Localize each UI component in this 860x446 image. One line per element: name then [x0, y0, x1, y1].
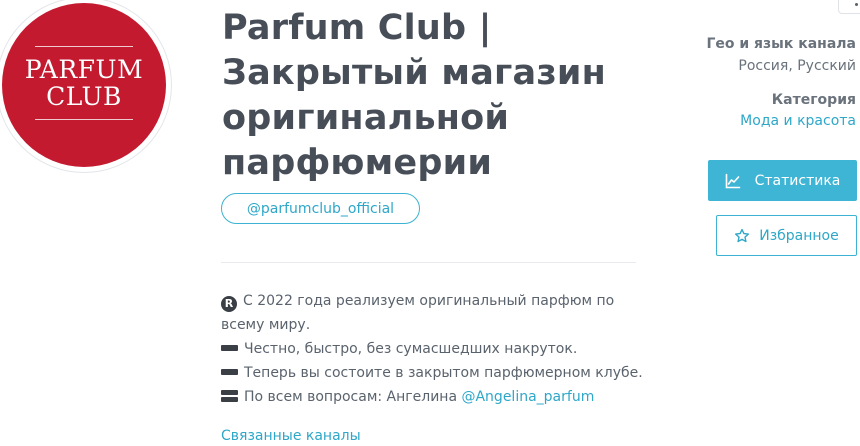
category-label: Категория — [771, 92, 856, 108]
related-channels-link[interactable]: Связанные каналы — [221, 428, 361, 444]
channel-avatar: PARFUM CLUB — [0, 0, 172, 173]
channel-page: PARFUM CLUB Parfum Club | Закрытый магаз… — [0, 0, 860, 446]
double-bar-icon — [221, 390, 238, 402]
geo-value: Россия, Русский — [738, 58, 856, 74]
divider — [221, 262, 636, 263]
description-text-2: Честно, быстро, без сумасшедших накруток… — [244, 341, 578, 357]
description-text-4: По всем вопросам: Ангелина — [244, 389, 462, 405]
registered-icon: R — [221, 296, 237, 312]
channel-title: Parfum Club | Закрытый магазин оригиналь… — [222, 8, 606, 183]
logo-rule-top — [34, 46, 133, 47]
star-outline-icon — [734, 228, 750, 244]
geo-label: Гео и язык канала — [706, 36, 856, 52]
category-link[interactable]: Мода и красота — [740, 113, 856, 129]
logo-line-2: CLUB — [46, 82, 122, 111]
statistics-button[interactable]: Статистика — [708, 160, 857, 201]
favorites-button[interactable]: Избранное — [716, 215, 857, 256]
statistics-button-label: Статистика — [754, 172, 841, 189]
description-line-2: Честно, быстро, без сумасшедших накруток… — [221, 337, 651, 361]
description-line-4: По всем вопросам: Ангелина @Angelina_par… — [221, 385, 651, 409]
parfum-club-logo: PARFUM CLUB — [25, 46, 143, 120]
avatar-logo: PARFUM CLUB — [2, 3, 166, 167]
channel-handle-link[interactable]: @parfumclub_official — [221, 193, 420, 224]
favorites-button-label: Избранное — [759, 227, 839, 244]
description-line-3: Теперь вы состоите в закрытом парфюмерно… — [221, 361, 651, 385]
heavy-minus-icon — [221, 345, 238, 351]
contact-link[interactable]: @Angelina_parfum — [461, 389, 594, 405]
logo-rule-bottom — [34, 119, 133, 120]
menu-dot-icon[interactable] — [855, 3, 858, 6]
channel-description: RС 2022 года реализуем оригинальный парф… — [221, 289, 651, 409]
description-text-1: С 2022 года реализуем оригинальный парфю… — [221, 293, 615, 333]
description-line-1: RС 2022 года реализуем оригинальный парф… — [221, 289, 651, 337]
logo-line-1: PARFUM — [24, 55, 144, 84]
line-chart-icon — [725, 173, 741, 189]
heavy-minus-icon — [221, 369, 238, 375]
description-text-3: Теперь вы состоите в закрытом парфюмерно… — [244, 365, 643, 381]
